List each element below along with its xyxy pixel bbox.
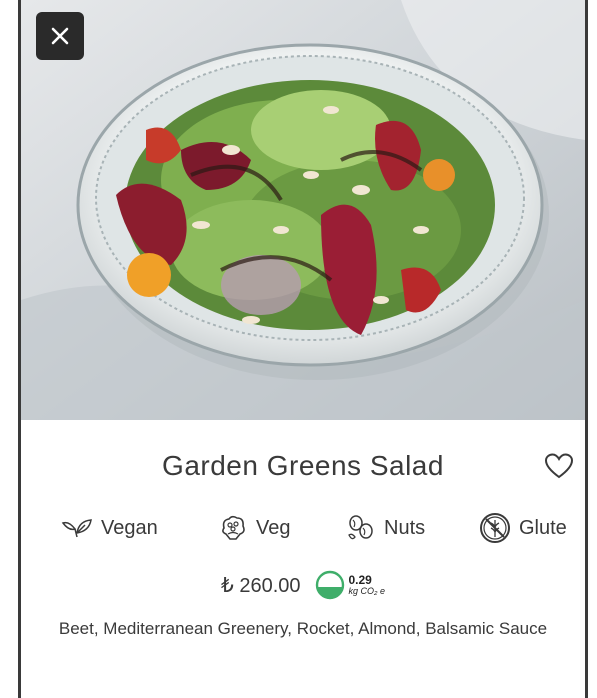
- tag-veg: Veg: [218, 506, 290, 550]
- tag-label: Glute: [519, 516, 567, 539]
- favorite-button[interactable]: [541, 450, 577, 484]
- cauliflower-icon: [222, 515, 245, 540]
- product-description: Beet, Mediterranean Greenery, Rocket, Al…: [58, 619, 548, 638]
- price: ₺ 260.00: [221, 574, 301, 597]
- tag-label: Nuts: [384, 516, 426, 539]
- co2-badge: 0.29 kg CO₂ e: [315, 570, 385, 600]
- price-row: ₺ 260.00 0.29 kg CO₂ e: [21, 565, 585, 605]
- title-row: Garden Greens Salad: [21, 440, 585, 490]
- co2-value: 0.29: [348, 573, 372, 587]
- product-title: Garden Greens Salad: [162, 450, 444, 481]
- tag-label: Veg: [256, 516, 291, 539]
- tag-nuts: Nuts: [346, 506, 425, 550]
- co2-unit: kg CO₂ e: [348, 586, 385, 596]
- tag-label: Vegan: [101, 516, 158, 539]
- close-icon: [51, 27, 69, 45]
- product-detail-card: Garden Greens Salad Vegan Veg Nuts Glute…: [18, 0, 588, 698]
- leaves-icon: [61, 519, 92, 538]
- product-image: [21, 0, 585, 420]
- gluten-free-icon: [480, 513, 510, 543]
- tag-gluten: Glute: [479, 506, 567, 550]
- tag-vegan: Vegan: [61, 506, 158, 550]
- close-button[interactable]: [36, 12, 84, 60]
- salad-photo: [21, 0, 585, 420]
- dietary-tags: Vegan Veg Nuts Glute: [21, 506, 585, 550]
- heart-icon: [544, 452, 574, 478]
- nuts-icon: [348, 515, 373, 540]
- co2-gauge-icon: [315, 570, 344, 600]
